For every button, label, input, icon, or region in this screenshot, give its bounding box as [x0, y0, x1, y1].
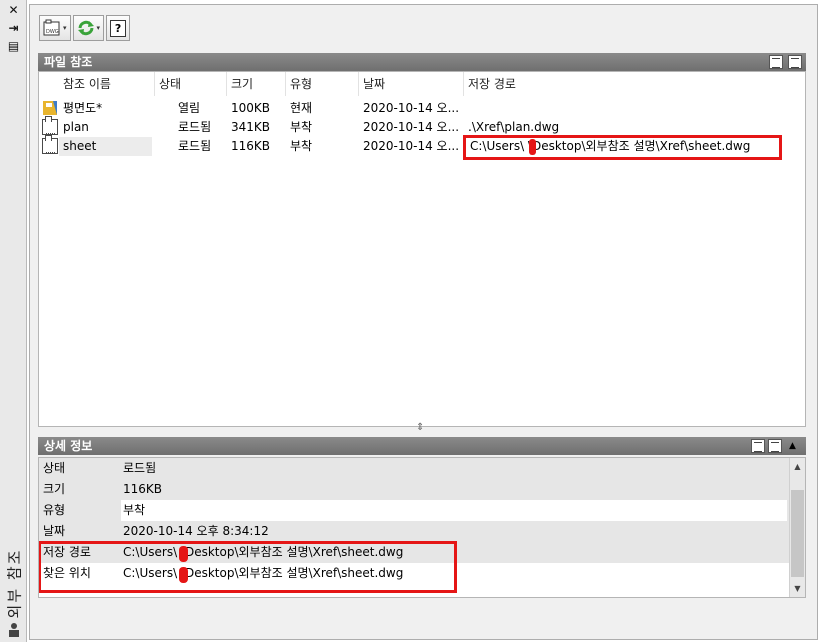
scroll-down-icon[interactable]: ▼ [790, 582, 805, 596]
detail-row: 날짜 2020-10-14 오후 8:34:12 [39, 521, 791, 542]
reference-name: plan [63, 120, 89, 134]
status: 열림 [178, 101, 201, 115]
reference-name: sheet [59, 137, 152, 156]
details-view-icon[interactable] [751, 439, 765, 453]
date: 2020-10-14 오... [363, 101, 460, 115]
type: 부착 [290, 139, 313, 153]
detail-row: 상태 로드됨 [39, 458, 791, 479]
table-row[interactable]: 평면도* 열림 100KB 현재 2020-10-14 오... [39, 99, 805, 118]
details-header: 상세 정보 ▲ [38, 437, 806, 455]
collapse-icon[interactable]: ▲ [789, 437, 796, 455]
palette-title-text: 외부 참조 [5, 548, 24, 619]
file-references-title: 파일 참조 [44, 55, 93, 69]
dwg-file-icon [42, 135, 58, 154]
column-type[interactable]: 유형 [286, 72, 359, 96]
type: 부착 [290, 120, 313, 134]
type: 현재 [290, 101, 313, 115]
refresh-icon [77, 20, 94, 36]
close-icon[interactable]: ✕ [5, 3, 22, 17]
date: 2020-10-14 오... [363, 139, 460, 153]
detail-label: 크기 [43, 482, 66, 496]
properties-menu-icon[interactable]: ▤ [5, 39, 22, 53]
size: 116KB [231, 139, 271, 153]
redaction-mark [179, 546, 188, 562]
column-status[interactable]: 상태 [155, 72, 227, 96]
detail-label: 유형 [43, 503, 66, 517]
detail-value: 로드됨 [123, 461, 157, 475]
panel-splitter[interactable] [38, 422, 806, 435]
size: 341KB [231, 120, 271, 134]
svg-text:DWG: DWG [46, 29, 59, 35]
palette-side-strip: ✕ ⇥ ▤ 외부 참조 [0, 0, 27, 642]
toolbar: DWG ▾ ▾ ? [39, 15, 131, 41]
attach-dwg-button[interactable]: DWG ▾ [39, 15, 71, 41]
redaction-mark [179, 567, 188, 583]
detail-label: 날짜 [43, 524, 66, 538]
details-title: 상세 정보 [44, 439, 93, 453]
file-references-header: 파일 참조 [38, 53, 806, 71]
list-view-icon[interactable] [769, 55, 783, 69]
tree-view-icon[interactable] [788, 55, 802, 69]
xref-palette: DWG ▾ ▾ ? 파일 참조 참조 이름 상태 크기 유형 날짜 저장 경로 [29, 4, 818, 640]
auto-hide-icon[interactable]: ⇥ [5, 21, 22, 35]
status: 로드됨 [178, 139, 212, 153]
column-date[interactable]: 날짜 [359, 72, 464, 96]
attach-dwg-icon: DWG [43, 19, 60, 36]
dwg-file-icon [42, 116, 58, 135]
detail-row: 유형 부착 [39, 500, 791, 521]
refresh-dropdown-icon[interactable]: ▾ [97, 24, 101, 32]
detail-label: 상태 [43, 461, 66, 475]
current-drawing-icon [43, 101, 57, 115]
refresh-button[interactable]: ▾ [72, 15, 105, 41]
detail-type-dropdown[interactable]: 부착 [121, 500, 787, 521]
column-size[interactable]: 크기 [227, 72, 286, 96]
date: 2020-10-14 오... [363, 120, 460, 134]
highlight-box-paths [39, 541, 457, 593]
details-scrollbar[interactable]: ▲ ▼ [789, 458, 805, 597]
reference-name: 평면도* [63, 101, 103, 115]
file-references-list: 참조 이름 상태 크기 유형 날짜 저장 경로 평면도* 열림 100KB 현재… [38, 71, 806, 427]
detail-row: 크기 116KB [39, 479, 791, 500]
scroll-thumb[interactable] [791, 490, 804, 577]
help-button[interactable]: ? [106, 15, 131, 41]
scroll-up-icon[interactable]: ▲ [790, 460, 805, 474]
status: 로드됨 [178, 120, 212, 134]
preview-view-icon[interactable] [768, 439, 782, 453]
column-reference-name[interactable]: 참조 이름 [59, 72, 155, 96]
attach-dropdown-icon[interactable]: ▾ [63, 24, 67, 32]
details-grid: 상태 로드됨 크기 116KB 유형 부착 날짜 2020-10-14 오후 8… [38, 457, 806, 598]
size: 100KB [231, 101, 271, 115]
redaction-mark [529, 139, 536, 155]
detail-value: 116KB [123, 482, 163, 496]
user-lock-icon [9, 623, 19, 637]
highlight-box-path [463, 135, 782, 160]
palette-title: 외부 참조 [2, 547, 26, 619]
column-saved-path[interactable]: 저장 경로 [464, 72, 805, 96]
help-icon: ? [110, 19, 127, 37]
detail-value: 2020-10-14 오후 8:34:12 [123, 524, 269, 538]
